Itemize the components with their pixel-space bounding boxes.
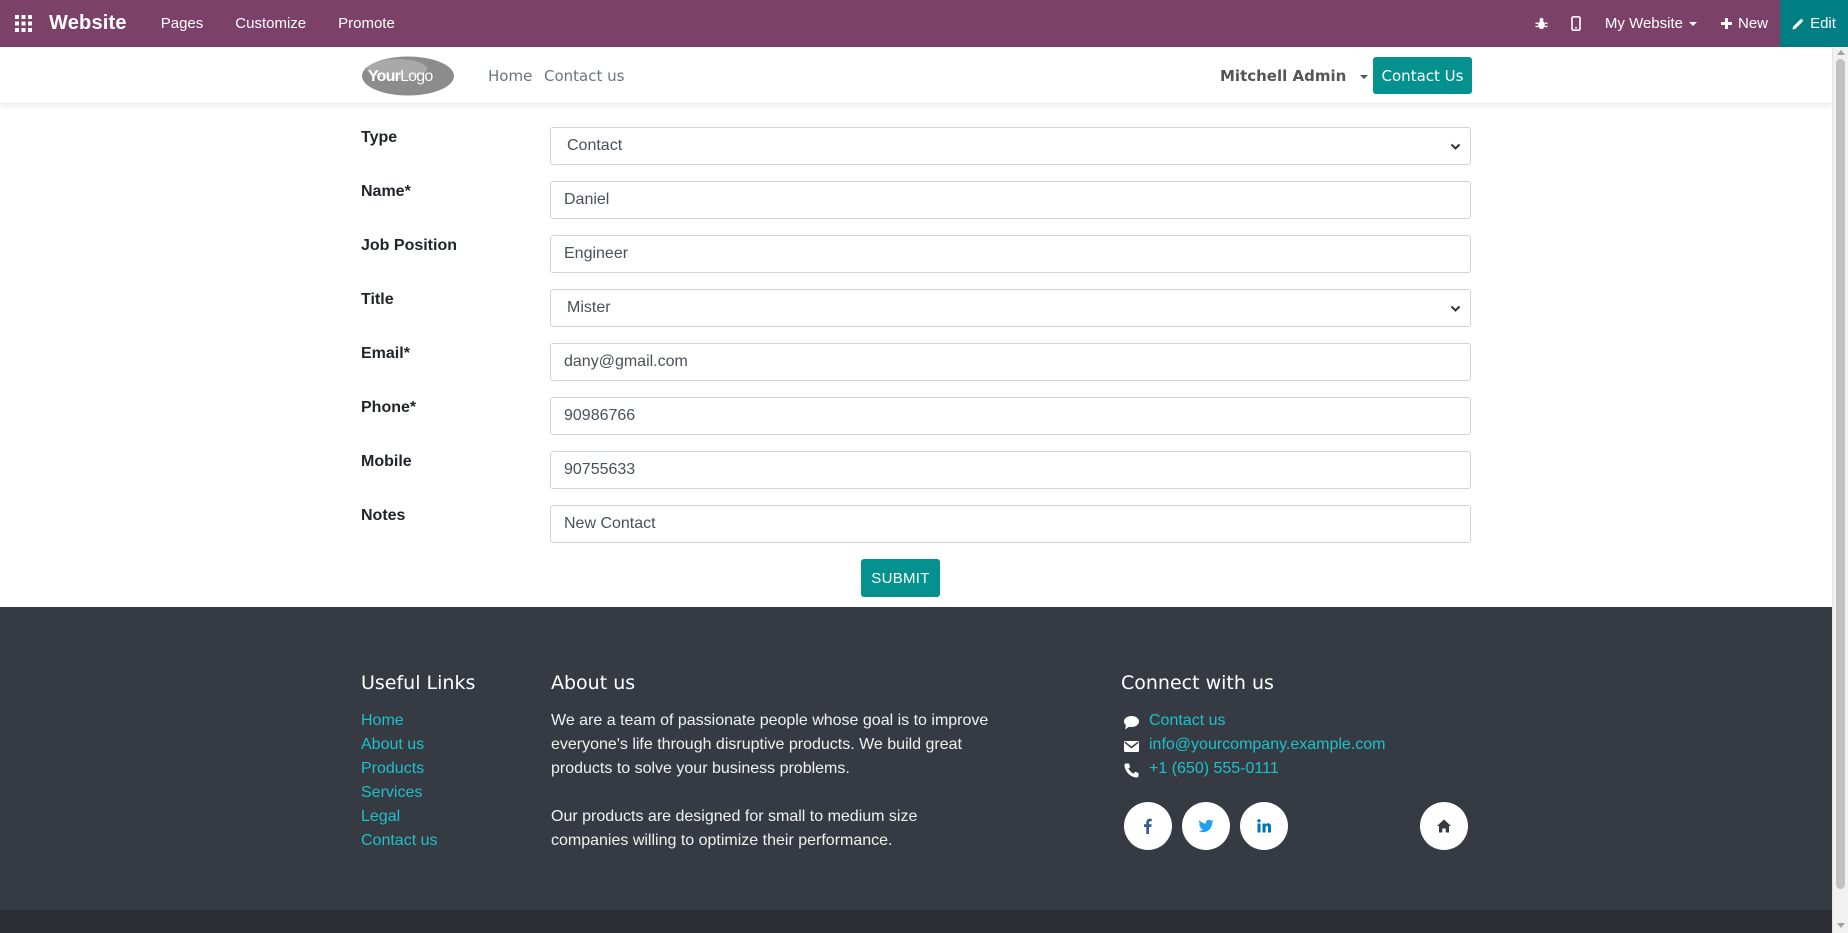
new-button[interactable]: New	[1709, 15, 1780, 32]
title-label: Title	[361, 291, 394, 308]
footer-contact-link[interactable]: Contact us	[1149, 712, 1225, 730]
plus-icon	[1720, 18, 1732, 29]
user-menu-dropdown[interactable]: Mitchell Admin	[1220, 67, 1368, 85]
scroll-up-arrow-icon[interactable]	[1837, 50, 1845, 55]
email-input[interactable]: dany@gmail.com	[550, 343, 1471, 381]
connect-heading: Connect with us	[1121, 672, 1274, 694]
title-select[interactable]: Mister	[550, 289, 1471, 327]
phone-icon	[1124, 763, 1139, 778]
footer-link-products[interactable]: Products	[361, 760, 424, 778]
user-name: Mitchell Admin	[1220, 67, 1347, 85]
home-button[interactable]	[1420, 802, 1468, 850]
menu-pages[interactable]: Pages	[145, 0, 220, 47]
submit-button[interactable]: SUBMIT	[861, 559, 940, 597]
bug-icon	[1535, 17, 1548, 30]
footer-link-home[interactable]: Home	[361, 712, 404, 730]
my-website-dropdown[interactable]: My Website	[1593, 15, 1709, 32]
scrollbar-thumb[interactable]	[1836, 59, 1845, 889]
name-input[interactable]: Daniel	[550, 181, 1471, 219]
linkedin-button[interactable]	[1240, 802, 1288, 850]
type-label: Type	[361, 129, 398, 146]
useful-links-heading: Useful Links	[361, 672, 476, 694]
company-logo[interactable]: YourLogo	[361, 55, 457, 97]
scroll-down-arrow-icon[interactable]	[1837, 923, 1845, 928]
apps-menu-button[interactable]	[0, 0, 47, 47]
notes-input[interactable]: New Contact	[550, 505, 1471, 543]
home-icon	[1437, 819, 1451, 833]
app-brand[interactable]: Website	[49, 12, 127, 35]
chevron-down-icon	[1450, 305, 1461, 312]
phone-input[interactable]: 90986766	[550, 397, 1471, 435]
about-us-text-line-5: companies willing to optimize their perf…	[551, 832, 893, 849]
footer-link-services[interactable]: Services	[361, 784, 422, 802]
menu-promote[interactable]: Promote	[322, 0, 411, 47]
mobile-icon	[1571, 16, 1581, 31]
nav-home[interactable]: Home	[488, 67, 532, 85]
about-us-text-line-2: everyone's life through disruptive produ…	[551, 736, 962, 753]
linkedin-icon	[1257, 819, 1271, 833]
chevron-down-icon	[1450, 143, 1461, 150]
edit-button[interactable]: Edit	[1780, 0, 1848, 47]
my-website-label: My Website	[1604, 15, 1683, 32]
logo-text-logo: Logo	[400, 68, 433, 85]
contact-us-button[interactable]: Contact Us	[1373, 57, 1472, 94]
footer-copyright-bar	[0, 910, 1832, 933]
website-header: YourLogo Home Contact us Mitchell Admin …	[0, 47, 1832, 104]
email-label: Email*	[361, 345, 410, 362]
logo-text-your: Your	[368, 68, 401, 85]
pencil-icon	[1792, 17, 1804, 29]
mobile-preview-button[interactable]	[1559, 0, 1593, 47]
about-us-text-line-4: Our products are designed for small to m…	[551, 808, 918, 825]
about-us-text-line-3: products to solve your business problems…	[551, 760, 850, 777]
type-select-value: Contact	[567, 137, 623, 154]
about-us-heading: About us	[551, 672, 636, 694]
mobile-input[interactable]: 90755633	[550, 451, 1471, 489]
footer-link-about-us[interactable]: About us	[361, 736, 424, 754]
caret-down-icon	[1359, 74, 1368, 79]
twitter-icon	[1198, 819, 1214, 833]
svg-text:YourLogo: YourLogo	[368, 68, 433, 85]
name-label: Name*	[361, 183, 411, 200]
admin-navbar: Website Pages Customize Promote My Websi…	[0, 0, 1848, 47]
edit-button-label: Edit	[1810, 15, 1836, 32]
twitter-button[interactable]	[1182, 802, 1230, 850]
job-position-label: Job Position	[361, 237, 457, 254]
footer-email-link[interactable]: info@yourcompany.example.com	[1149, 736, 1386, 754]
debug-button[interactable]	[1525, 0, 1559, 47]
nav-contact-us[interactable]: Contact us	[544, 67, 624, 85]
notes-label: Notes	[361, 507, 406, 524]
title-select-value: Mister	[567, 299, 611, 316]
menu-customize[interactable]: Customize	[219, 0, 322, 47]
caret-down-icon	[1688, 21, 1697, 26]
about-us-text-line-1: We are a team of passionate people whose…	[551, 712, 989, 729]
facebook-button[interactable]	[1124, 802, 1172, 850]
mobile-label: Mobile	[361, 453, 412, 470]
envelope-icon	[1124, 741, 1139, 752]
page-scrollbar[interactable]	[1832, 47, 1848, 933]
job-position-input[interactable]: Engineer	[550, 235, 1471, 273]
phone-label: Phone*	[361, 399, 417, 416]
footer-phone-link[interactable]: +1 (650) 555-0111	[1149, 760, 1279, 778]
footer-link-legal[interactable]: Legal	[361, 808, 400, 826]
new-button-label: New	[1737, 15, 1768, 32]
apps-grid-icon	[15, 15, 32, 32]
comment-icon	[1124, 716, 1139, 730]
type-select[interactable]: Contact	[550, 127, 1471, 165]
facebook-icon	[1144, 818, 1152, 834]
site-footer: Useful Links Home About us Products Serv…	[0, 607, 1832, 910]
footer-link-contact-us[interactable]: Contact us	[361, 832, 437, 850]
